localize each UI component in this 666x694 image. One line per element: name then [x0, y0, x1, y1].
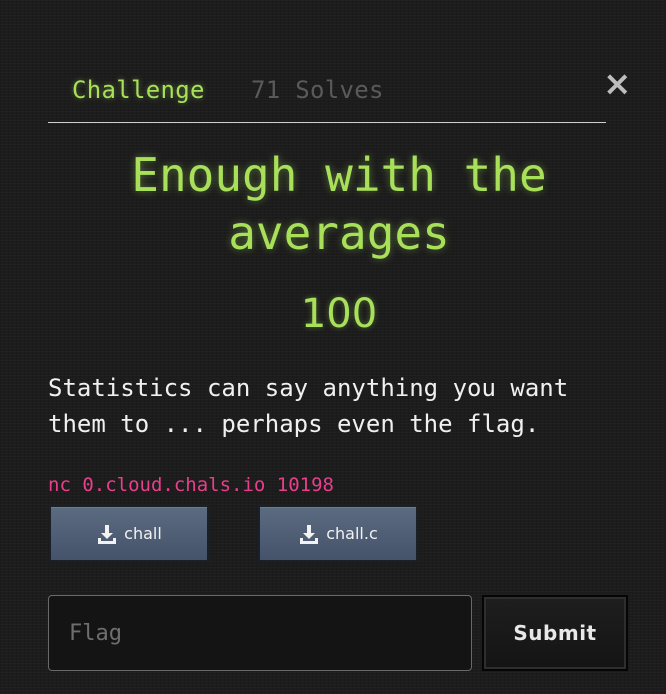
download-icon [300, 524, 319, 544]
tab-challenge[interactable]: Challenge [72, 76, 205, 104]
tab-solves[interactable]: 71 Solves [251, 76, 384, 104]
challenge-description: Statistics can say anything you want the… [48, 374, 569, 438]
file-download-button-chall-c[interactable]: chall.c [258, 505, 418, 562]
file-label: chall.c [326, 524, 378, 543]
modal-tabs: Challenge 71 Solves [48, 70, 606, 123]
challenge-points: 100 [300, 291, 378, 337]
connection-info: nc 0.cloud.chals.io 10198 [48, 474, 334, 496]
file-download-button-chall[interactable]: chall [49, 505, 209, 562]
close-icon[interactable]: × [603, 66, 632, 102]
download-icon [98, 524, 117, 544]
submit-button[interactable]: Submit [482, 595, 628, 671]
flag-input[interactable] [48, 595, 472, 671]
file-label: chall [124, 524, 162, 543]
challenge-title: Enough with the averages [131, 148, 547, 260]
challenge-modal: Challenge 71 Solves × Enough with the av… [0, 0, 666, 694]
